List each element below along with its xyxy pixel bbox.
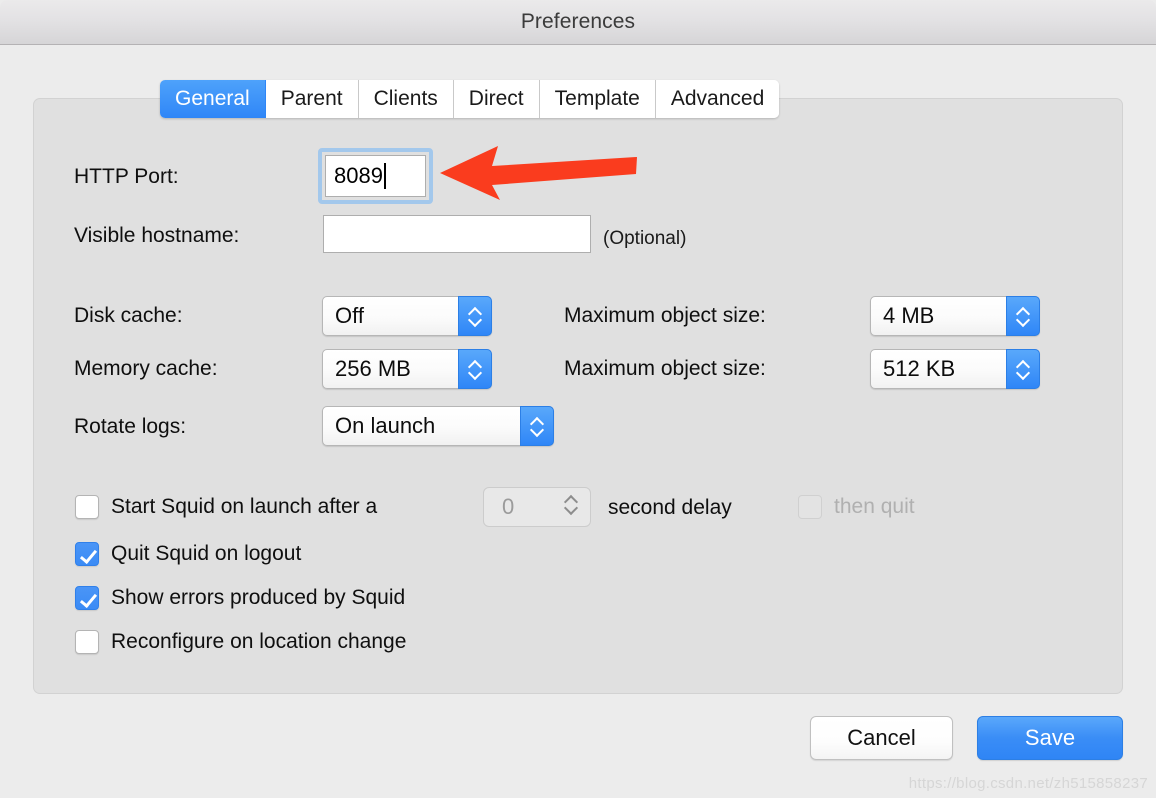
disk-cache-label: Disk cache: — [74, 304, 183, 327]
disk-cache-stepper-icon[interactable] — [458, 296, 492, 336]
memory-max-object-size-label: Maximum object size: — [564, 357, 766, 380]
save-button[interactable]: Save — [977, 716, 1123, 760]
start-on-launch-checkbox[interactable] — [75, 495, 99, 519]
disk-max-object-size-stepper-icon[interactable] — [1006, 296, 1040, 336]
disk-max-object-size-value: 4 MB — [883, 303, 935, 328]
tab-template[interactable]: Template — [539, 80, 656, 118]
reconfigure-on-location-change-checkbox[interactable] — [75, 630, 99, 654]
visible-hostname-input[interactable] — [323, 215, 591, 253]
then-quit-checkbox — [798, 495, 822, 519]
then-quit-label: then quit — [834, 495, 915, 518]
start-on-launch-label: Start Squid on launch after a — [111, 495, 378, 518]
chevron-down-icon — [469, 316, 482, 324]
chevron-down-icon — [1017, 369, 1030, 377]
memory-cache-value: 256 MB — [335, 356, 411, 381]
memory-max-object-size-stepper-icon[interactable] — [1006, 349, 1040, 389]
rotate-logs-value: On launch — [335, 413, 436, 438]
quit-on-logout-checkbox-row[interactable]: Quit Squid on logout — [75, 542, 301, 566]
window-title: Preferences — [520, 10, 636, 33]
tab-bar: General Parent Clients Direct Template A… — [160, 80, 780, 118]
tab-direct[interactable]: Direct — [453, 80, 540, 118]
launch-delay-value: 0 — [502, 494, 515, 519]
memory-cache-stepper-icon[interactable] — [458, 349, 492, 389]
memory-cache-label: Memory cache: — [74, 357, 218, 380]
http-port-value: 8089 — [334, 163, 383, 188]
watermark-text: https://blog.csdn.net/zh515858237 — [908, 775, 1148, 792]
start-on-launch-checkbox-row[interactable]: Start Squid on launch after a — [75, 495, 377, 519]
tab-parent[interactable]: Parent — [265, 80, 359, 118]
tab-general[interactable]: General — [160, 80, 266, 118]
memory-cache-select[interactable]: 256 MB — [322, 349, 492, 389]
disk-cache-select[interactable]: Off — [322, 296, 492, 336]
preferences-window: Preferences General Parent Clients Direc… — [0, 0, 1156, 798]
disk-cache-value: Off — [335, 303, 364, 328]
tab-clients[interactable]: Clients — [358, 80, 454, 118]
memory-max-object-size-select[interactable]: 512 KB — [870, 349, 1040, 389]
launch-delay-stepper-arrows-icon[interactable] — [565, 495, 578, 513]
http-port-input[interactable]: 8089 — [325, 155, 426, 197]
window-titlebar: Preferences — [0, 0, 1156, 45]
reconfigure-on-location-change-label: Reconfigure on location change — [111, 630, 407, 653]
visible-hostname-label: Visible hostname: — [74, 224, 240, 247]
cancel-button[interactable]: Cancel — [810, 716, 953, 760]
rotate-logs-label: Rotate logs: — [74, 415, 187, 438]
launch-delay-stepper[interactable]: 0 — [483, 487, 591, 527]
chevron-down-icon — [565, 504, 578, 513]
show-errors-checkbox[interactable] — [75, 586, 99, 610]
disk-max-object-size-select[interactable]: 4 MB — [870, 296, 1040, 336]
show-errors-checkbox-row[interactable]: Show errors produced by Squid — [75, 586, 405, 610]
then-quit-checkbox-row: then quit — [798, 495, 915, 519]
show-errors-label: Show errors produced by Squid — [111, 586, 406, 609]
reconfigure-on-location-change-checkbox-row[interactable]: Reconfigure on location change — [75, 630, 406, 654]
chevron-down-icon — [531, 426, 544, 434]
quit-on-logout-checkbox[interactable] — [75, 542, 99, 566]
launch-delay-suffix-label: second delay — [608, 496, 732, 519]
memory-max-object-size-value: 512 KB — [883, 356, 956, 381]
chevron-down-icon — [469, 369, 482, 377]
text-caret — [383, 163, 386, 189]
tab-advanced[interactable]: Advanced — [655, 80, 780, 118]
chevron-down-icon — [1017, 316, 1030, 324]
http-port-label: HTTP Port: — [74, 165, 179, 188]
disk-max-object-size-label: Maximum object size: — [564, 304, 766, 327]
rotate-logs-stepper-icon[interactable] — [520, 406, 554, 446]
quit-on-logout-label: Quit Squid on logout — [111, 542, 302, 565]
visible-hostname-hint: (Optional) — [603, 228, 687, 249]
rotate-logs-select[interactable]: On launch — [322, 406, 554, 446]
